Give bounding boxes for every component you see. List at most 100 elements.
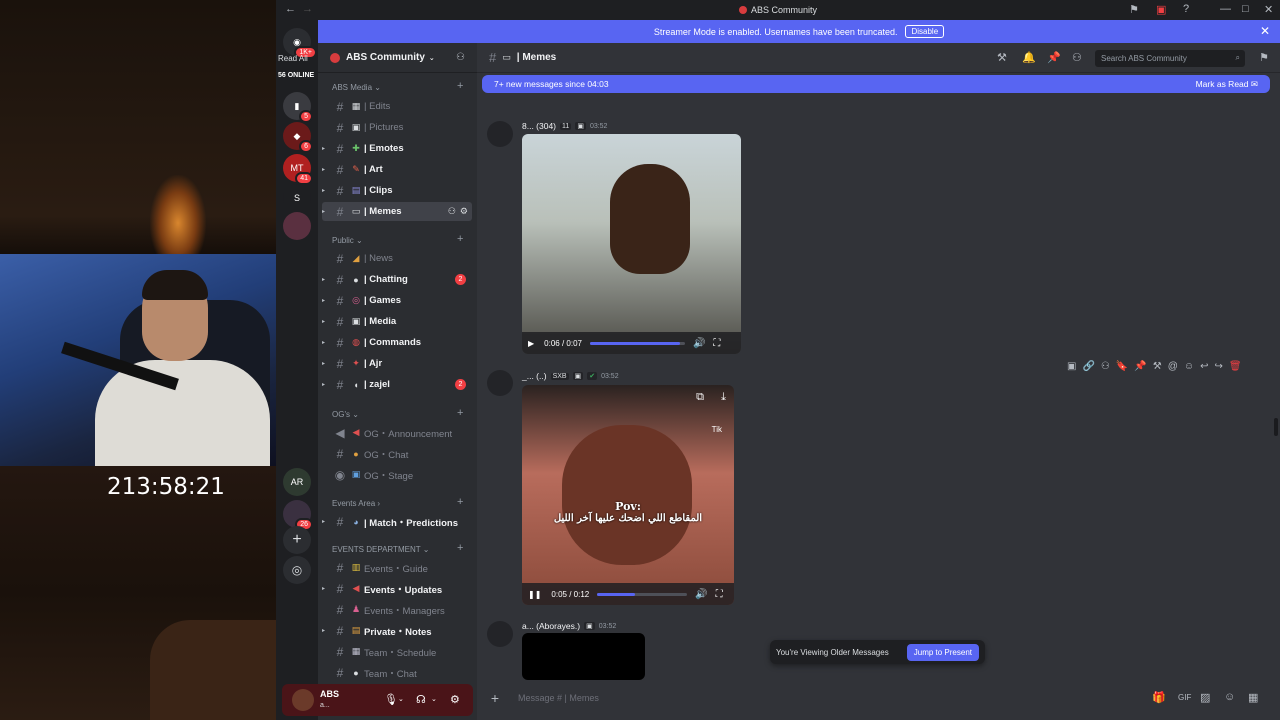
scrollbar[interactable] [1274, 418, 1278, 436]
read-all-button[interactable]: Read All [278, 54, 308, 63]
channel-events-guide[interactable]: # ▥ Events・Guide [322, 558, 472, 577]
minimize-icon[interactable]: — [1220, 3, 1231, 15]
category-events-area[interactable]: Events Area › [332, 499, 380, 508]
add-attachment-icon[interactable]: + [482, 690, 508, 706]
server-icon-2[interactable]: ◆ 6 [283, 122, 313, 153]
message-composer[interactable]: + Message # | Memes 🎁 GIF ▨ ☺ ▦ [482, 683, 1272, 713]
channel-art[interactable]: ▸ # ✎ | Art [322, 160, 472, 179]
search-input[interactable]: Search ABS Community ⌕ [1095, 50, 1245, 67]
emoji-icon[interactable]: ☺ [1184, 361, 1194, 377]
category-abs-media[interactable]: ABS Media ⌄ [332, 83, 381, 92]
help-icon[interactable]: ? [1183, 3, 1189, 15]
gif-icon[interactable]: GIF [1178, 693, 1191, 702]
microphone-icon[interactable]: 🎙 [384, 693, 398, 706]
add-channel-icon[interactable]: + [457, 407, 463, 419]
video-attachment[interactable]: ▶ 0:06 / 0:07 🔊 ⛶ [522, 134, 741, 354]
add-server-icon[interactable]: + [283, 526, 311, 554]
channel-news[interactable]: # ◢ | News [322, 249, 472, 268]
inbox-flag-icon[interactable]: ⚑ [1129, 3, 1139, 16]
pip-icon[interactable]: ⧉ [696, 391, 704, 404]
channel-games[interactable]: ▸ # ◎ | Games [322, 291, 472, 310]
server-icon-5[interactable] [283, 212, 311, 240]
mark-as-read-button[interactable]: Mark as Read ✉ [1196, 79, 1258, 90]
avatar[interactable] [292, 689, 314, 711]
channel-pictures[interactable]: # ▣ | Pictures [322, 118, 472, 137]
category-public[interactable]: Public ⌄ [332, 236, 363, 245]
channel-media[interactable]: ▸ # ▣ | Media [322, 312, 472, 331]
maximize-icon[interactable]: □ [1242, 3, 1249, 15]
emoji-icon[interactable]: ☺ [1224, 691, 1235, 703]
pin-icon[interactable]: 📌 [1134, 361, 1146, 377]
channel-og-chat[interactable]: # ● OG・Chat [322, 444, 472, 463]
new-messages-bar[interactable]: 7+ new messages since 04:03 Mark as Read… [482, 75, 1270, 93]
channel-zajel[interactable]: ▸ # ◖ | zajel 2 [322, 375, 472, 394]
threads-icon[interactable]: ⚒ [997, 51, 1007, 64]
forward-icon[interactable]: ↪ [1215, 361, 1223, 377]
fullscreen-icon[interactable]: ⛶ [713, 338, 720, 349]
avatar[interactable] [487, 621, 513, 647]
sticker-icon[interactable]: ▨ [1200, 691, 1210, 704]
volume-icon[interactable]: 🔊 [693, 338, 705, 349]
channel-private-notes[interactable]: ▸ # ▤ Private・Notes [322, 621, 472, 640]
delete-icon[interactable]: 🗑 [1229, 361, 1242, 377]
channel-events-managers[interactable]: # ♟ Events・Managers [322, 600, 472, 619]
add-channel-icon[interactable]: + [457, 496, 463, 508]
reply-icon[interactable]: ↩ [1200, 361, 1208, 377]
channel-team-schedule[interactable]: # ▦ Team・Schedule [322, 642, 472, 661]
gift-icon[interactable]: 🎁 [1152, 691, 1166, 704]
author-name[interactable]: 8... (304) [522, 121, 556, 131]
bookmark-icon[interactable]: 🔖 [1116, 361, 1128, 377]
author-name[interactable]: _... (..) [522, 371, 547, 381]
channel-ajr[interactable]: ▸ # ✦ | Ajr [322, 354, 472, 373]
disable-streamer-mode-button[interactable]: Disable [905, 25, 945, 38]
server-icon-1[interactable]: ▮ 5 [283, 92, 313, 123]
server-icon-3[interactable]: MT 41 [283, 154, 313, 185]
video-attachment[interactable]: ⧉ ⤓ Tik Pov: المقاطع اللي اضحك عليها آخر … [522, 385, 734, 605]
screen-share-icon[interactable]: ▣ [1156, 3, 1166, 16]
add-channel-icon[interactable]: + [457, 80, 463, 92]
video-progress[interactable] [589, 341, 685, 345]
server-header[interactable]: ABS Community ⌄ ⚇ [318, 43, 477, 73]
channel-edits[interactable]: # ▦ | Edits [322, 97, 472, 116]
avatar[interactable] [487, 370, 513, 396]
add-channel-icon[interactable]: + [457, 542, 463, 554]
avatar[interactable] [487, 121, 513, 147]
category-ogs[interactable]: OG's ⌄ [332, 410, 359, 419]
channel-chatting[interactable]: ▸ # ● | Chatting 2 [322, 270, 472, 289]
channel-memes[interactable]: ▸ # ▭ | Memes ⚇ ⚙ [322, 202, 472, 221]
gear-icon[interactable]: ⚙ [460, 206, 468, 217]
play-icon[interactable]: ▶ [528, 339, 534, 348]
apps-icon[interactable]: ▦ [1248, 691, 1258, 704]
thread-icon[interactable]: ⚒ [1153, 361, 1162, 377]
channel-match-predictions[interactable]: ▸ # ◕ | Match・Predictions [322, 512, 472, 531]
add-member-icon[interactable]: ⚇ [456, 52, 465, 63]
pause-icon[interactable]: ❚❚ [528, 590, 541, 599]
member-list-icon[interactable]: ⚇ [1072, 51, 1082, 64]
inbox-icon[interactable]: ⚑ [1259, 51, 1269, 64]
jump-to-present-button[interactable]: Jump to Present [906, 643, 979, 661]
invite-icon[interactable]: ⚇ [448, 206, 456, 217]
pin-icon[interactable]: 📌 [1047, 51, 1061, 64]
close-window-icon[interactable]: ✕ [1264, 3, 1273, 16]
link-icon[interactable]: 🔗 [1082, 361, 1094, 377]
download-icon[interactable]: ⤓ [721, 391, 726, 404]
channel-commands[interactable]: ▸ # ◍ | Commands [322, 333, 472, 352]
server-icon-7[interactable]: 26 [283, 500, 313, 531]
headphones-icon[interactable]: ☊ [416, 693, 426, 706]
video-attachment[interactable] [522, 633, 645, 680]
channel-og-announcement[interactable]: ◀ ◀ OG・Announcement [322, 423, 472, 442]
author-name[interactable]: a... (Aborayes.) [522, 621, 580, 631]
volume-icon[interactable]: 🔊 [695, 589, 707, 600]
category-events-department[interactable]: EVENTS DEPARTMENT ⌄ [332, 545, 429, 554]
channel-og-stage[interactable]: ◉ ▣ OG・Stage [322, 465, 472, 484]
bell-icon[interactable]: 🔔 [1022, 51, 1036, 64]
chevron-down-icon[interactable]: ⌄ [398, 695, 404, 703]
add-channel-icon[interactable]: + [457, 233, 463, 245]
channel-emotes[interactable]: ▸ # ✚ | Emotes [322, 139, 472, 158]
video-progress[interactable] [597, 592, 688, 596]
at-icon[interactable]: @ [1168, 361, 1178, 377]
server-folder-icon[interactable]: AR [283, 468, 311, 496]
fullscreen-icon[interactable]: ⛶ [716, 589, 723, 600]
discover-compass-icon[interactable]: ◎ [283, 556, 311, 584]
channel-team-chat[interactable]: # ● Team・Chat [322, 663, 472, 682]
